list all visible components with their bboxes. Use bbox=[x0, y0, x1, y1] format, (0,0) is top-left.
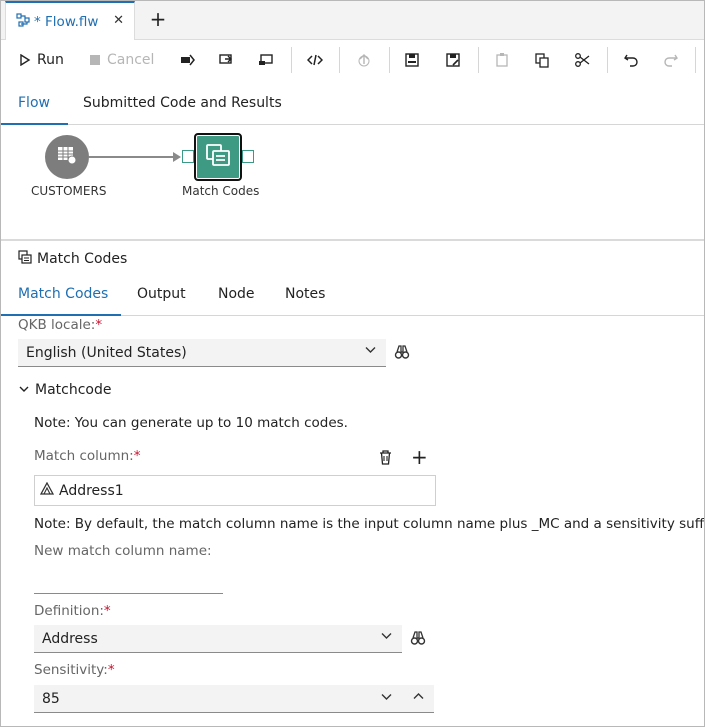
qkb-locale-select[interactable]: English (United States) bbox=[18, 339, 386, 367]
flow-connection[interactable] bbox=[89, 156, 177, 158]
close-icon[interactable]: ✕ bbox=[113, 13, 124, 28]
output-port[interactable] bbox=[242, 150, 254, 163]
pane-splitter[interactable] bbox=[1, 239, 704, 241]
column-type-icon bbox=[39, 481, 55, 500]
chevron-down-icon bbox=[19, 384, 29, 397]
flow-icon bbox=[16, 12, 30, 31]
chevron-down-icon[interactable] bbox=[381, 690, 392, 706]
paste-icon[interactable] bbox=[490, 48, 514, 72]
active-subtab-indicator bbox=[1, 314, 121, 316]
main-tabs: Flow Submitted Code and Results bbox=[1, 83, 704, 125]
run-selected-icon[interactable] bbox=[175, 48, 199, 72]
matchcode-section-toggle[interactable]: Matchcode bbox=[19, 382, 111, 398]
table-icon bbox=[56, 144, 78, 170]
qkb-locale-label: QKB locale:* bbox=[18, 317, 103, 333]
tab-flow[interactable]: Flow bbox=[18, 95, 50, 111]
tab-node[interactable]: Node bbox=[218, 286, 255, 302]
customers-node[interactable] bbox=[45, 135, 89, 179]
match-column-value: Address1 bbox=[59, 482, 124, 499]
flow-editor-window: * Flow.flw ✕ + Run Cancel Flow Submitted… bbox=[0, 0, 705, 727]
input-port[interactable] bbox=[182, 150, 194, 163]
save-icon[interactable] bbox=[400, 48, 424, 72]
toolbar-separator bbox=[389, 47, 390, 73]
definition-select[interactable]: Address bbox=[34, 625, 402, 653]
run-to-node-icon[interactable] bbox=[254, 48, 278, 72]
properties-tabs: Match Codes Output Node Notes bbox=[1, 276, 704, 316]
run-from-node-icon[interactable] bbox=[214, 48, 238, 72]
match-codes-icon bbox=[205, 142, 231, 172]
document-tab-strip: * Flow.flw ✕ + bbox=[1, 1, 704, 40]
properties-header: Match Codes bbox=[18, 250, 127, 268]
toolbar-separator bbox=[695, 47, 696, 73]
chevron-down-icon bbox=[381, 630, 392, 644]
upload-icon[interactable] bbox=[352, 48, 376, 72]
chevron-up-icon[interactable] bbox=[413, 690, 424, 706]
match-codes-node[interactable] bbox=[194, 133, 242, 181]
sensitivity-select[interactable]: 85 bbox=[34, 685, 434, 713]
definition-label: Definition:* bbox=[34, 603, 111, 619]
trash-icon[interactable] bbox=[378, 449, 393, 469]
tab-submitted-code-and-results[interactable]: Submitted Code and Results bbox=[83, 95, 282, 111]
binoculars-icon[interactable] bbox=[410, 630, 426, 650]
tab-notes[interactable]: Notes bbox=[285, 286, 325, 302]
toolbar-separator bbox=[339, 47, 340, 73]
redo-icon[interactable] bbox=[659, 48, 683, 72]
tab-match-codes[interactable]: Match Codes bbox=[18, 286, 108, 302]
toolbar-separator bbox=[291, 47, 292, 73]
match-column-label: Match column:* bbox=[34, 448, 141, 464]
customers-node-label: CUSTOMERS bbox=[31, 184, 107, 198]
run-label: Run bbox=[37, 52, 64, 68]
cancel-button[interactable]: Cancel bbox=[90, 46, 154, 74]
qkb-locale-value: English (United States) bbox=[26, 344, 187, 361]
play-icon bbox=[20, 54, 31, 66]
new-match-column-name-input[interactable] bbox=[34, 566, 223, 594]
copy-icon[interactable] bbox=[530, 48, 554, 72]
undo-icon[interactable] bbox=[619, 48, 643, 72]
stop-icon bbox=[90, 55, 100, 65]
sensitivity-value: 85 bbox=[42, 690, 60, 707]
document-tab[interactable]: * Flow.flw ✕ bbox=[5, 1, 135, 40]
properties-title: Match Codes bbox=[37, 251, 128, 267]
cut-icon[interactable] bbox=[570, 48, 594, 72]
match-codes-node-label: Match Codes bbox=[182, 184, 260, 198]
save-as-icon[interactable] bbox=[441, 48, 465, 72]
flow-connection-arrow bbox=[173, 152, 181, 162]
chevron-down-icon bbox=[365, 344, 376, 358]
add-match-code-icon[interactable]: + bbox=[411, 447, 428, 467]
new-match-column-name-label: New match column name: bbox=[34, 543, 212, 559]
match-column-field[interactable]: Address1 bbox=[34, 475, 436, 506]
matchcode-section-title: Matchcode bbox=[35, 382, 112, 398]
document-tab-title: * Flow.flw bbox=[34, 13, 99, 30]
default-name-note: Note: By default, the match column name … bbox=[34, 516, 705, 532]
cancel-label: Cancel bbox=[107, 52, 155, 68]
flow-canvas[interactable] bbox=[1, 125, 704, 240]
toolbar-separator bbox=[478, 47, 479, 73]
run-button[interactable]: Run bbox=[19, 46, 64, 74]
match-code-limit-note: Note: You can generate up to 10 match co… bbox=[34, 415, 348, 431]
sensitivity-label: Sensitivity:* bbox=[34, 662, 115, 678]
binoculars-icon[interactable] bbox=[394, 344, 410, 364]
plus-icon[interactable]: + bbox=[147, 7, 169, 31]
definition-value: Address bbox=[42, 630, 98, 647]
code-view-icon[interactable] bbox=[303, 48, 327, 72]
toolbar-separator bbox=[607, 47, 608, 73]
match-codes-icon bbox=[18, 250, 32, 268]
tab-output[interactable]: Output bbox=[137, 286, 186, 302]
